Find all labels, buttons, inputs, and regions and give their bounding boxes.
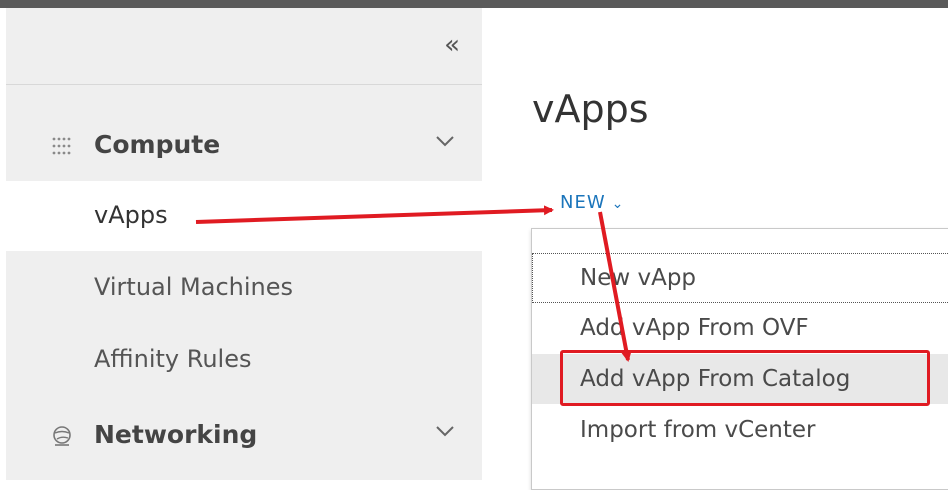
sidebar-item-label: Affinity Rules	[94, 345, 252, 373]
chevron-down-icon	[434, 130, 456, 152]
sidebar-item-label: Virtual Machines	[94, 273, 294, 301]
sidebar-section-label: Compute	[94, 130, 221, 159]
menu-item-label: Add vApp From OVF	[580, 315, 809, 341]
collapse-sidebar-icon[interactable]: «	[444, 30, 460, 60]
menu-item-label: New vApp	[580, 265, 697, 291]
sidebar-section-networking[interactable]: Networking	[6, 404, 482, 468]
menu-item-new-vapp[interactable]: New vApp	[532, 253, 948, 303]
chevron-down-icon: ⌄	[611, 196, 625, 212]
new-button-label: NEW	[560, 192, 606, 213]
menu-item-import-from-vcenter[interactable]: Import from vCenter	[532, 405, 948, 455]
menu-item-add-vapp-from-ovf[interactable]: Add vApp From OVF	[532, 303, 948, 353]
globe-icon	[50, 424, 74, 448]
sidebar-section-label: Networking	[94, 420, 258, 449]
sidebar-item-label: vApps	[94, 201, 168, 229]
grid-dots-icon	[50, 134, 74, 158]
sidebar-item-affinity-rules[interactable]: Affinity Rules	[6, 325, 482, 395]
chevron-down-icon	[434, 420, 456, 442]
top-bar	[0, 0, 948, 8]
new-button[interactable]: NEW ⌄	[560, 192, 624, 213]
sidebar-header: «	[6, 8, 482, 85]
highlight-box	[560, 350, 930, 406]
sidebar-item-virtual-machines[interactable]: Virtual Machines	[6, 253, 482, 323]
sidebar-section-compute[interactable]: Compute	[6, 114, 482, 178]
menu-item-label: Import from vCenter	[580, 417, 816, 443]
page-title: vApps	[532, 87, 649, 132]
sidebar-item-vapps[interactable]: vApps	[6, 181, 482, 251]
sidebar: « Compute vApps Virtual Machines Affinit…	[6, 8, 482, 480]
